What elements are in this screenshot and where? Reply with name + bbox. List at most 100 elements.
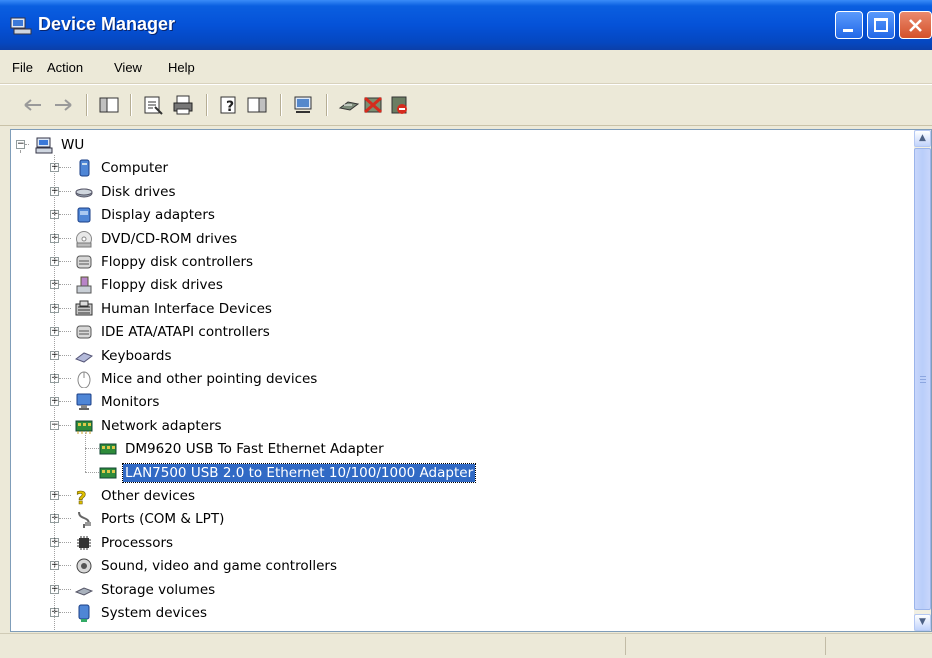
device-tree: − WU + Computer + Disk drives + Display adapter… [11, 130, 914, 631]
dvd-icon [76, 230, 92, 248]
maximize-icon [874, 18, 888, 32]
unknown-device-icon: ? [76, 488, 87, 505]
minimize-button[interactable] [835, 11, 863, 39]
tree-node-category[interactable]: Disk drives [75, 181, 875, 203]
tree-node-category[interactable]: Processors [75, 532, 875, 554]
tree-connector-line [59, 612, 71, 613]
system-device-icon [78, 604, 90, 622]
tree-connector-line [59, 401, 71, 403]
show-hide-console-tree-icon[interactable] [98, 94, 120, 116]
menu-file[interactable]: File [12, 60, 33, 75]
tree-connector-line [59, 541, 71, 543]
tree-connector-line [85, 471, 99, 473]
svg-text:?: ? [76, 488, 86, 505]
tree-node-label: IDE ATA/ATAPI controllers [101, 324, 270, 341]
tree-node-label: Sound, video and game controllers [101, 558, 337, 575]
grip-line [920, 376, 926, 377]
scroll-thumb[interactable] [914, 148, 931, 610]
tree-connector-line [59, 588, 71, 590]
controller-icon [76, 255, 92, 269]
tree-connector-line [59, 237, 71, 239]
update-driver-icon[interactable] [338, 94, 360, 116]
status-bar [0, 633, 932, 658]
tree-connector-line [59, 190, 71, 192]
help-icon[interactable]: ? [218, 94, 240, 116]
tree-connector-line [59, 354, 71, 356]
tree-node-category[interactable]: Display adapters [75, 204, 875, 226]
tree-connector-line [20, 150, 21, 152]
menu-bar: File Action View Help [0, 50, 932, 84]
tree-node-category[interactable]: System devices [75, 602, 875, 624]
tree-node-label: Ports (COM & LPT) [101, 511, 225, 528]
tree-connector-line [59, 307, 71, 309]
controller-icon [76, 325, 92, 339]
scroll-down-button[interactable]: ▼ [914, 614, 931, 631]
tree-connector-line [59, 284, 71, 286]
minimize-icon [843, 29, 853, 32]
print-icon[interactable] [172, 94, 194, 116]
tree-node-category[interactable]: Ports (COM & LPT) [75, 508, 875, 530]
display-adapter-icon [77, 207, 91, 223]
scroll-up-button[interactable]: ▲ [914, 130, 931, 147]
tree-node-category[interactable]: Floppy disk drives [75, 274, 875, 296]
computer-root-icon [35, 137, 53, 154]
forward-icon[interactable] [52, 94, 74, 116]
tree-node-device[interactable]: DM9620 USB To Fast Ethernet Adapter [99, 438, 899, 460]
tree-connector-line [59, 495, 71, 496]
tree-node-category[interactable]: Mice and other pointing devices [75, 368, 875, 390]
tree-node-category[interactable]: Floppy disk controllers [75, 251, 875, 273]
uninstall-icon[interactable] [362, 94, 384, 116]
tree-connector-line [59, 518, 71, 520]
collapse-toggle[interactable]: − [16, 140, 25, 149]
show-hide-action-pane-icon[interactable] [246, 94, 268, 116]
sound-icon [76, 558, 92, 574]
maximize-button[interactable] [867, 11, 895, 39]
tree-node-label: Storage volumes [101, 581, 216, 598]
tree-node-category[interactable]: DVD/CD-ROM drives [75, 228, 875, 250]
tree-node-category[interactable]: ? Other devices [75, 485, 875, 507]
menu-action[interactable]: Action [47, 60, 83, 75]
tree-node-label: Floppy disk drives [101, 277, 223, 294]
status-pane [625, 637, 826, 655]
toolbar-separator [130, 94, 132, 116]
keyboard-icon [75, 352, 93, 363]
tree-node-category[interactable]: Sound, video and game controllers [75, 555, 875, 577]
title-bar[interactable]: Device Manager [0, 0, 932, 50]
tree-node-category[interactable]: Storage volumes [75, 579, 875, 601]
close-button[interactable] [899, 11, 932, 39]
tree-node-category[interactable]: Human Interface Devices [75, 298, 875, 320]
tree-node-label: Processors [101, 534, 174, 551]
network-adapter-icon [99, 467, 117, 479]
tree-node-category[interactable]: IDE ATA/ATAPI controllers [75, 321, 875, 343]
processor-icon [77, 535, 91, 550]
tree-node-category[interactable]: Computer [75, 157, 875, 179]
tree-node-device-selected[interactable]: LAN7500 USB 2.0 to Ethernet 10/100/1000 … [99, 462, 899, 484]
tree-connector-line [59, 331, 71, 333]
device-manager-window: Device Manager File Action View Help ? −… [0, 0, 932, 658]
tree-connector-line [85, 430, 86, 472]
device-tree-pane[interactable]: − WU + Computer + Disk drives + Display adapter… [10, 129, 932, 632]
vertical-scrollbar[interactable]: ▲ ▼ [914, 130, 931, 631]
tree-node-category[interactable]: Network adapters [75, 415, 875, 437]
tree-node-category[interactable]: Keyboards [75, 345, 875, 367]
menu-help[interactable]: Help [168, 60, 195, 75]
properties-icon[interactable] [142, 94, 164, 116]
back-icon[interactable] [22, 94, 44, 116]
close-icon [909, 19, 922, 32]
window-title: Device Manager [38, 14, 176, 34]
disable-icon[interactable] [388, 94, 410, 116]
mouse-icon [77, 371, 91, 388]
tree-node-root[interactable]: WU [35, 134, 835, 156]
floppy-icon [76, 276, 92, 294]
tree-connector-line [59, 565, 71, 567]
tree-node-category[interactable]: Monitors [75, 391, 875, 413]
tree-node-label: Disk drives [101, 183, 176, 200]
tree-connector-line [59, 378, 71, 379]
grip-line [920, 382, 926, 383]
tree-connector-line [59, 261, 71, 262]
tree-node-label: WU [61, 137, 85, 153]
menu-view[interactable]: View [114, 60, 142, 75]
network-adapter-icon [75, 420, 93, 434]
scan-hardware-icon[interactable] [292, 94, 314, 116]
disk-drive-icon [75, 188, 93, 198]
